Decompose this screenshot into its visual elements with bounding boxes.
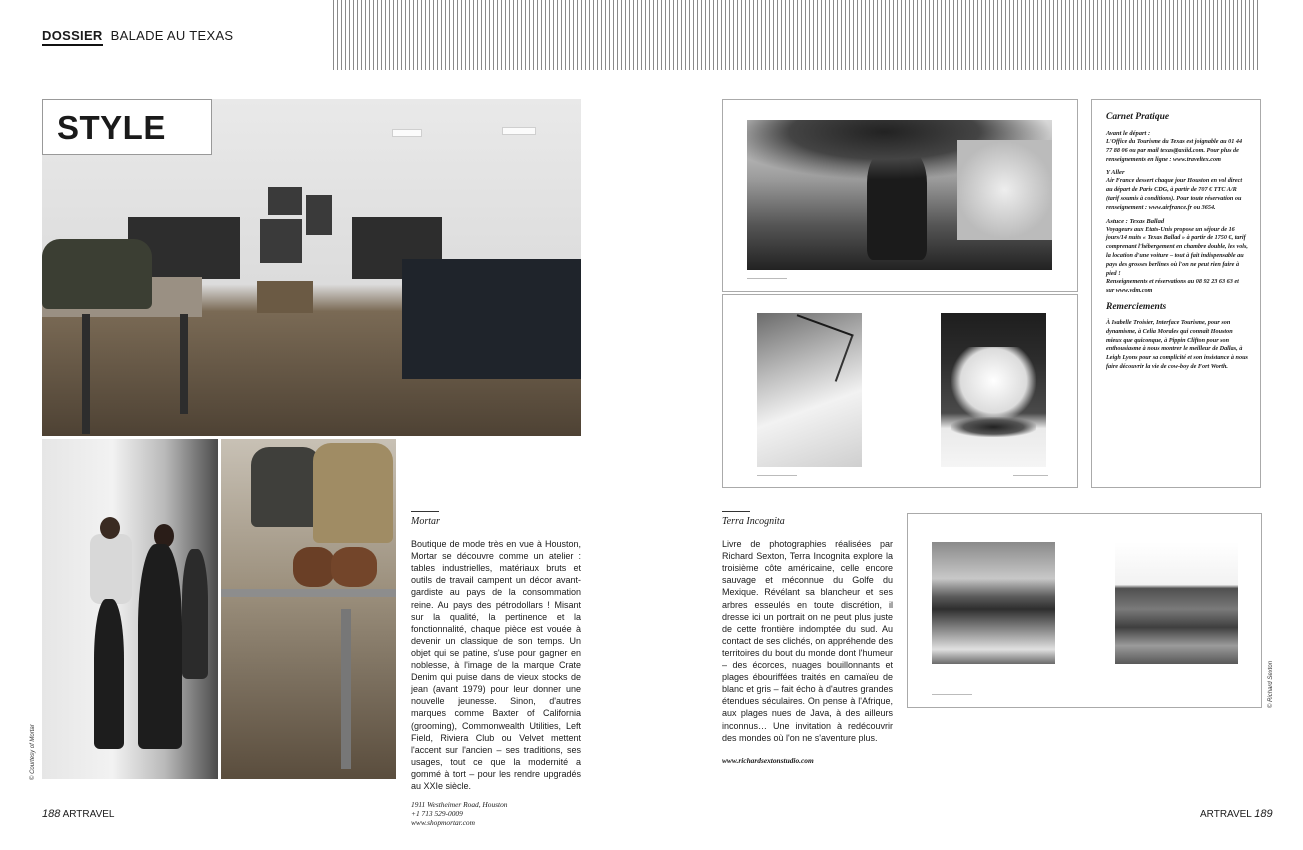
astuce-text: Voyageurs aux Etats-Unis propose un séjo… [1106,225,1248,277]
store-interior-photo: STYLE [42,99,581,436]
wall-frame [268,187,302,215]
photo-credit-left: © Courtesy of Mortar [30,724,36,780]
woman-figure [138,544,182,749]
tiny-caption [747,278,787,281]
article-title: Mortar [411,516,440,527]
cumulus-cloud [951,347,1036,422]
bag-on-table [42,239,152,309]
dune-photo [757,313,862,467]
mortar-article: Mortar Boutique de mode très en vue à Ho… [411,511,581,827]
man-figure [94,599,124,749]
striped-header-band [333,0,1261,70]
photo-credit-right: © Richard Sexton [1268,660,1274,708]
aller-heading: Y Aller [1106,169,1125,177]
table-leg [341,609,351,769]
article-title: Terra Incognita [722,516,785,527]
page-number: 189 [1254,808,1273,820]
owners-portrait-photo [42,439,218,779]
wall-shelf [306,195,332,235]
canvas-bag [313,443,393,543]
avant-text: L'Office du Tourisme du Texas est joigna… [1106,138,1243,163]
photo-frame-dune-cloud [722,294,1078,488]
denim-stack [402,259,581,379]
remerciements-title: Remerciements [1106,301,1167,312]
title-rule [722,511,750,512]
table-leg [180,314,188,414]
tiny-caption [1013,475,1048,478]
photo-frame-tree [722,99,1078,292]
magazine-name: ARTRAVEL [62,809,115,820]
website-link[interactable]: www.richardsextonstudio.com [722,755,893,767]
leather-bag [251,447,321,527]
tiny-caption [757,475,797,478]
astuce-heading: Astuce : Texas Ballad [1106,217,1165,225]
reflection-figure [182,549,208,679]
website-link[interactable]: www.shopmortar.com [411,818,581,827]
beach-clouds-photo [932,542,1055,664]
style-label: STYLE [42,99,212,155]
cloud-photo [941,313,1046,467]
background-trees [957,140,1052,240]
bags-and-sandals-photo [221,439,396,779]
section-subtitle: BALADE AU TEXAS [110,28,234,43]
man-shirt [90,534,132,604]
man-head [100,517,120,539]
wooden-chest [257,281,313,313]
astuce-info: Renseignements et réservations au 08 92 … [1106,278,1239,295]
aller-text: Air France dessert chaque jour Houston e… [1106,177,1243,211]
remerciements-text: À Isabelle Troisier, Interface Tourisme,… [1106,318,1248,370]
sandal [293,547,335,587]
article-body: Livre de photographies réalisées par Ric… [722,539,893,743]
terra-incognita-article: Terra Incognita Livre de photographies r… [722,511,893,767]
wall-shelf [260,219,302,263]
oak-tree-photo [747,120,1052,270]
tiny-caption [932,694,972,697]
ceiling-vent [502,127,536,135]
ocean-waves-photo [1115,542,1238,664]
section-label: DOSSIER [42,28,103,46]
page-number: 188 [42,808,61,820]
article-body: Boutique de mode très en vue à Houston, … [411,539,581,791]
carnet-title: Carnet Pratique [1106,112,1170,122]
avant-heading: Avant le départ : [1106,130,1151,137]
table-leg [82,314,90,434]
table-edge [221,589,396,597]
phone: +1 713 529-0009 [411,809,463,819]
folio-right: ARTRAVEL 189 [1200,808,1273,820]
ceiling-vent [392,129,422,137]
folio-left: 188 ARTRAVEL [42,808,114,820]
dune-branches [780,314,854,382]
sandal [331,547,377,587]
article-contact: 1911 Westheimer Road, Houston +1 713 529… [411,800,581,827]
address: 1911 Westheimer Road, Houston [411,800,508,810]
carnet-pratique-box: Carnet Pratique Avant le départ : L'Offi… [1091,99,1261,488]
uprooted-roots [951,417,1036,437]
title-rule [411,511,439,512]
magazine-name: ARTRAVEL [1200,809,1252,820]
page-header: DOSSIER BALADE AU TEXAS [42,28,233,46]
photo-frame-seascapes [907,513,1262,708]
